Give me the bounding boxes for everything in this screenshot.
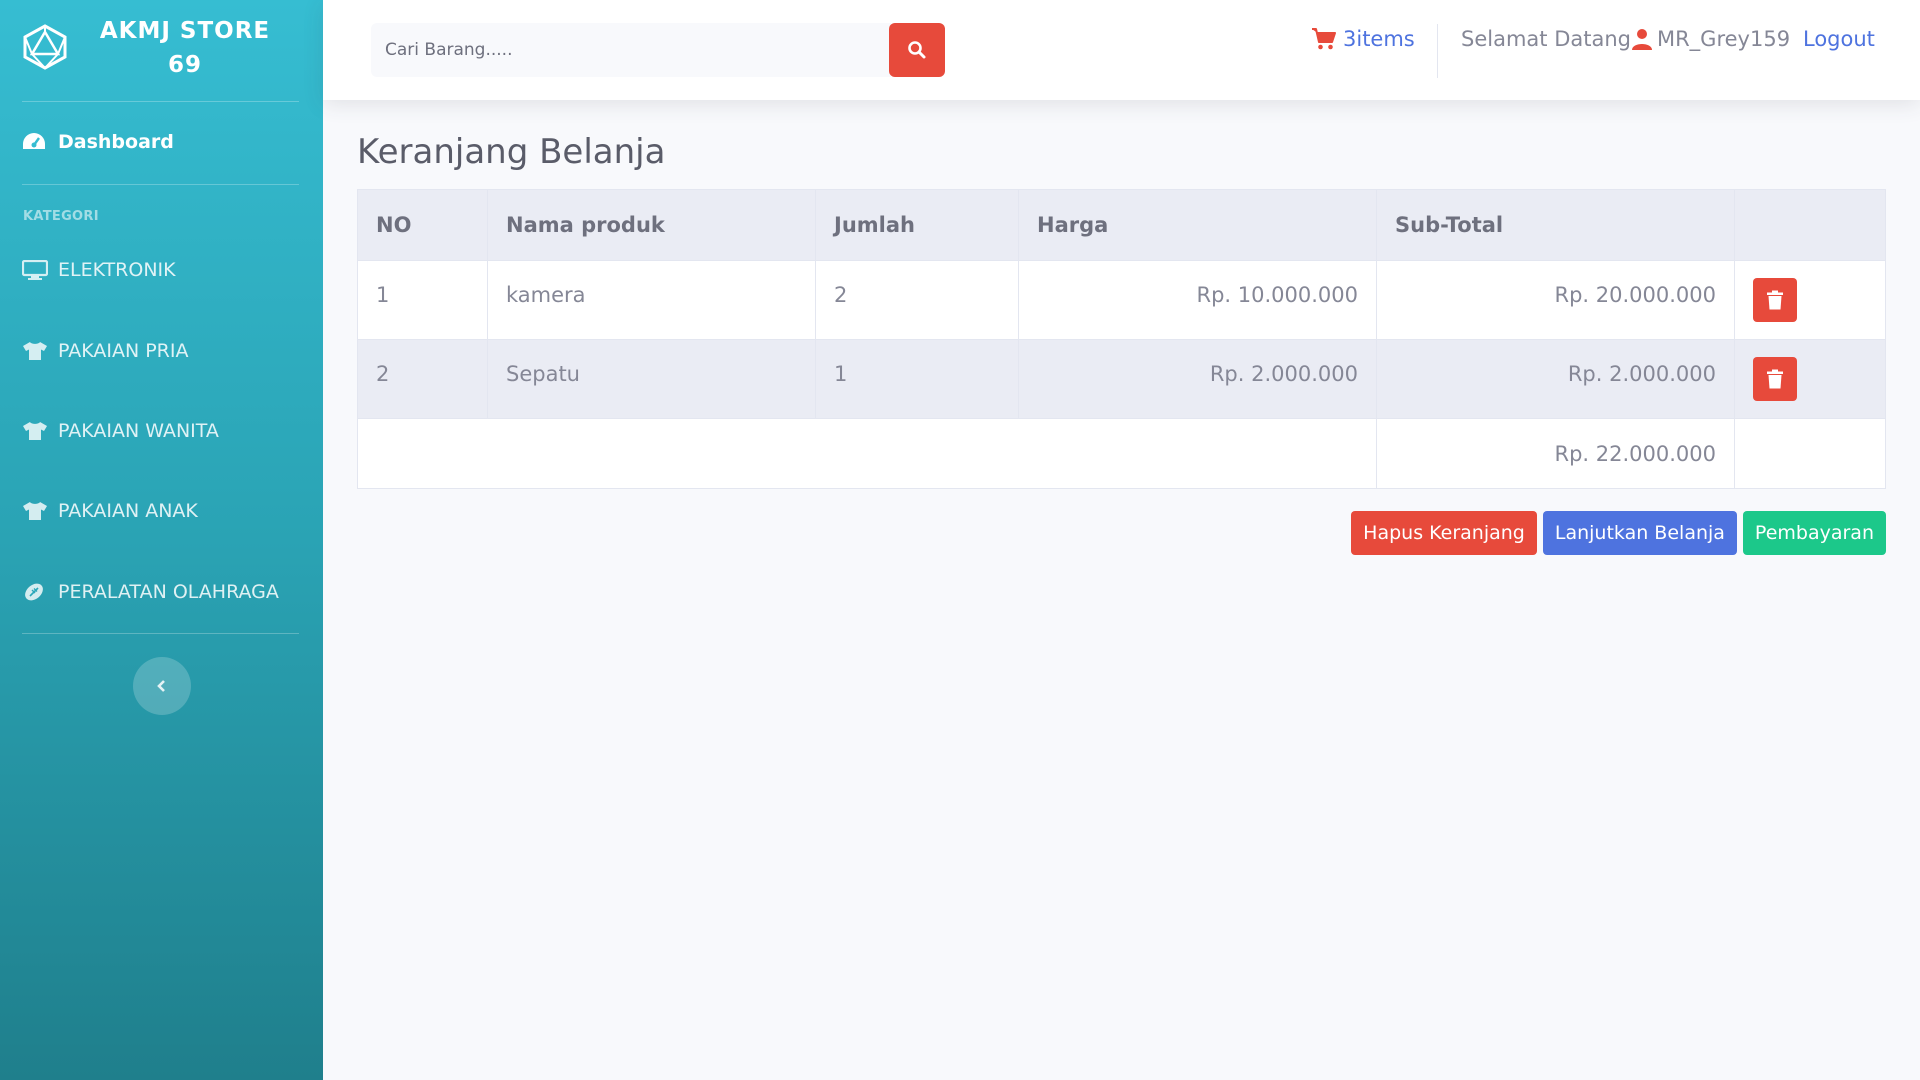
search-input[interactable] bbox=[371, 23, 891, 77]
tshirt-icon bbox=[22, 421, 58, 441]
total-action-cell bbox=[1734, 418, 1886, 489]
welcome-text: Selamat Datang bbox=[1461, 27, 1631, 51]
cell-qty: 1 bbox=[815, 339, 1019, 419]
cell-price: Rp. 10.000.000 bbox=[1018, 260, 1377, 340]
cell-subtotal: Rp. 20.000.000 bbox=[1376, 260, 1735, 340]
delete-item-button[interactable] bbox=[1753, 357, 1797, 401]
sidebar-item-elektronik[interactable]: ELEKTRONIK bbox=[22, 250, 302, 290]
cart-table: NO Nama produk Jumlah Harga Sub-Total 1 … bbox=[357, 189, 1886, 489]
delete-item-button[interactable] bbox=[1753, 278, 1797, 322]
page-title: Keranjang Belanja bbox=[357, 132, 666, 172]
sidebar-item-pakaian-pria[interactable]: PAKAIAN PRIA bbox=[22, 331, 302, 371]
sidebar-item-label: PAKAIAN PRIA bbox=[58, 340, 189, 362]
table-row: 2 Sepatu 1 Rp. 2.000.000 Rp. 2.000.000 bbox=[357, 339, 1886, 419]
search-icon bbox=[908, 41, 926, 59]
cart-link[interactable]: 3items bbox=[1311, 24, 1415, 54]
column-header: Jumlah bbox=[815, 189, 1019, 261]
cell-name: kamera bbox=[487, 260, 816, 340]
logout-link[interactable]: Logout bbox=[1803, 24, 1875, 54]
cart-count-label: 3items bbox=[1343, 27, 1415, 51]
user-icon bbox=[1631, 29, 1652, 50]
brand-name: AKMJ STORE 69 bbox=[95, 14, 275, 82]
brand[interactable]: AKMJ STORE 69 bbox=[0, 0, 323, 100]
total-row: Rp. 22.000.000 bbox=[357, 418, 1886, 489]
cell-price: Rp. 2.000.000 bbox=[1018, 339, 1377, 419]
topbar-divider bbox=[1437, 24, 1438, 78]
sidebar-item-pakaian-wanita[interactable]: PAKAIAN WANITA bbox=[22, 411, 302, 451]
sidebar-divider bbox=[22, 633, 299, 634]
sidebar-item-dashboard[interactable]: Dashboard bbox=[22, 122, 302, 162]
chevron-left-icon bbox=[157, 680, 165, 692]
tshirt-icon bbox=[22, 341, 58, 361]
sidebar-item-label: PAKAIAN ANAK bbox=[58, 500, 198, 522]
tachometer-icon bbox=[22, 132, 58, 152]
column-header: NO bbox=[357, 189, 488, 261]
football-icon bbox=[22, 581, 58, 603]
sidebar-item-pakaian-anak[interactable]: PAKAIAN ANAK bbox=[22, 491, 302, 531]
brand-line2: 69 bbox=[167, 52, 202, 78]
desktop-icon bbox=[22, 260, 58, 280]
table-row: 1 kamera 2 Rp. 10.000.000 Rp. 20.000.000 bbox=[357, 260, 1886, 340]
sidebar-divider bbox=[22, 101, 299, 102]
cell-action bbox=[1734, 260, 1886, 340]
cell-action bbox=[1734, 339, 1886, 419]
topbar: 3items Selamat Datang MR_Grey159 Logout bbox=[323, 0, 1920, 100]
cell-total: Rp. 22.000.000 bbox=[1376, 418, 1735, 489]
tshirt-icon bbox=[22, 501, 58, 521]
column-header: Sub-Total bbox=[1376, 189, 1735, 261]
table-header-row: NO Nama produk Jumlah Harga Sub-Total bbox=[357, 189, 1886, 261]
clear-cart-button[interactable]: Hapus Keranjang bbox=[1351, 511, 1537, 555]
continue-shopping-button[interactable]: Lanjutkan Belanja bbox=[1542, 511, 1737, 555]
sidebar-item-label: PAKAIAN WANITA bbox=[58, 420, 219, 442]
column-header bbox=[1734, 189, 1886, 261]
trash-icon bbox=[1767, 290, 1783, 310]
sidebar-item-label: Dashboard bbox=[58, 131, 174, 153]
cell-name: Sepatu bbox=[487, 339, 816, 419]
username: MR_Grey159 bbox=[1656, 27, 1791, 51]
cell-no: 2 bbox=[357, 339, 488, 419]
column-header: Nama produk bbox=[487, 189, 816, 261]
sidebar-heading: KATEGORI bbox=[23, 209, 99, 224]
column-header: Harga bbox=[1018, 189, 1377, 261]
sidebar-divider bbox=[22, 184, 299, 185]
cell-qty: 2 bbox=[815, 260, 1019, 340]
brand-line1: AKMJ STORE bbox=[99, 18, 271, 44]
shopping-cart-icon bbox=[1312, 28, 1336, 50]
cell-subtotal: Rp. 2.000.000 bbox=[1376, 339, 1735, 419]
trash-icon bbox=[1767, 369, 1783, 389]
total-empty-cell bbox=[357, 418, 1377, 489]
checkout-button[interactable]: Pembayaran bbox=[1742, 511, 1886, 555]
brand-logo-icon bbox=[23, 24, 67, 70]
sidebar-item-label: ELEKTRONIK bbox=[58, 259, 176, 281]
search-button[interactable] bbox=[889, 23, 945, 77]
cell-no: 1 bbox=[357, 260, 488, 340]
cart-actions: Hapus Keranjang Lanjutkan Belanja Pembay… bbox=[1351, 511, 1886, 555]
sidebar-toggle-button[interactable] bbox=[133, 657, 191, 715]
sidebar-item-label: PERALATAN OLAHRAGA bbox=[58, 581, 279, 603]
sidebar-item-peralatan-olahraga[interactable]: PERALATAN OLAHRAGA bbox=[22, 572, 302, 612]
sidebar: AKMJ STORE 69 Dashboard KATEGORI ELEKTRO… bbox=[0, 0, 323, 1080]
welcome-area: Selamat Datang MR_Grey159 bbox=[1461, 24, 1790, 54]
